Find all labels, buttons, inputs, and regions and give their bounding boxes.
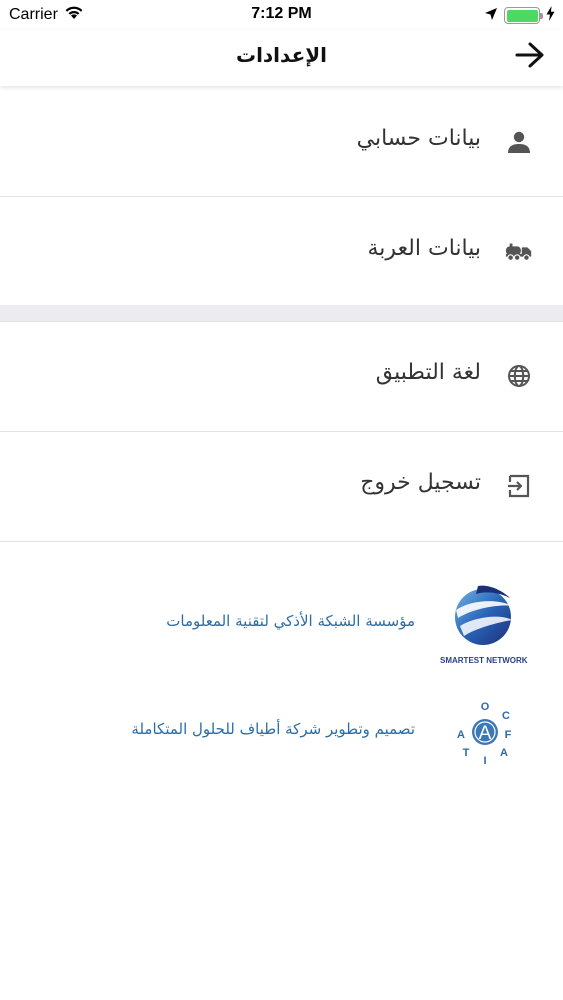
credit-link-atyaf[interactable]: تصميم وتطوير شركة أطياف للحلول المتكاملة xyxy=(131,720,415,738)
back-button[interactable] xyxy=(513,42,547,72)
smartest-network-logo: SMARTEST NETWORK xyxy=(440,582,528,668)
arrow-right-icon xyxy=(515,42,545,72)
menu-group-app: لغة التطبيق تسجيل خروج xyxy=(0,321,563,542)
menu-group-account: بيانات حسابي بيانات العربة xyxy=(0,87,563,307)
battery-tip xyxy=(540,13,543,19)
menu-item-vehicle[interactable]: بيانات العربة xyxy=(0,197,563,307)
menu-item-label: بيانات العربة xyxy=(367,236,481,261)
status-bar: Carrier 7:12 PM xyxy=(0,0,563,30)
globe-icon xyxy=(505,364,533,388)
credit-smartest-network: SMARTEST NETWORK مؤسسة الشبكة الأذكي لتق… xyxy=(0,578,563,668)
menu-item-app-language[interactable]: لغة التطبيق xyxy=(0,322,563,432)
svg-text:C: C xyxy=(502,710,510,722)
svg-text:A: A xyxy=(500,747,508,759)
logout-icon xyxy=(505,474,533,498)
logo-caption: SMARTEST NETWORK xyxy=(440,656,528,665)
menu-item-my-account[interactable]: بيانات حسابي xyxy=(0,87,563,197)
navigation-bar: الإعدادات xyxy=(0,30,563,86)
atyaf-logo: A O C A F T A I xyxy=(448,692,528,772)
battery-fill xyxy=(506,9,538,22)
status-time: 7:12 PM xyxy=(251,5,312,22)
menu-item-label: بيانات حسابي xyxy=(356,126,481,151)
section-separator xyxy=(0,305,563,321)
menu-item-label: لغة التطبيق xyxy=(375,360,481,385)
menu-item-logout[interactable]: تسجيل خروج xyxy=(0,432,563,542)
svg-text:A: A xyxy=(457,729,465,741)
svg-text:A: A xyxy=(479,723,492,744)
svg-text:T: T xyxy=(463,747,470,759)
person-icon xyxy=(505,130,533,154)
page-title: الإعدادات xyxy=(235,43,328,67)
svg-text:O: O xyxy=(481,701,490,713)
credit-atyaf: A O C A F T A I تصميم وتطوير شركة أطياف … xyxy=(0,690,563,780)
battery-icon xyxy=(504,7,543,24)
truck-icon xyxy=(505,240,533,264)
credit-link-smartest[interactable]: مؤسسة الشبكة الأذكي لتقنية المعلومات xyxy=(166,612,415,630)
status-bar-right xyxy=(484,6,555,25)
svg-text:F: F xyxy=(505,729,512,741)
charging-bolt-icon xyxy=(546,6,555,25)
location-arrow-icon xyxy=(484,6,498,25)
menu-item-label: تسجيل خروج xyxy=(360,470,481,495)
svg-text:I: I xyxy=(483,755,486,767)
